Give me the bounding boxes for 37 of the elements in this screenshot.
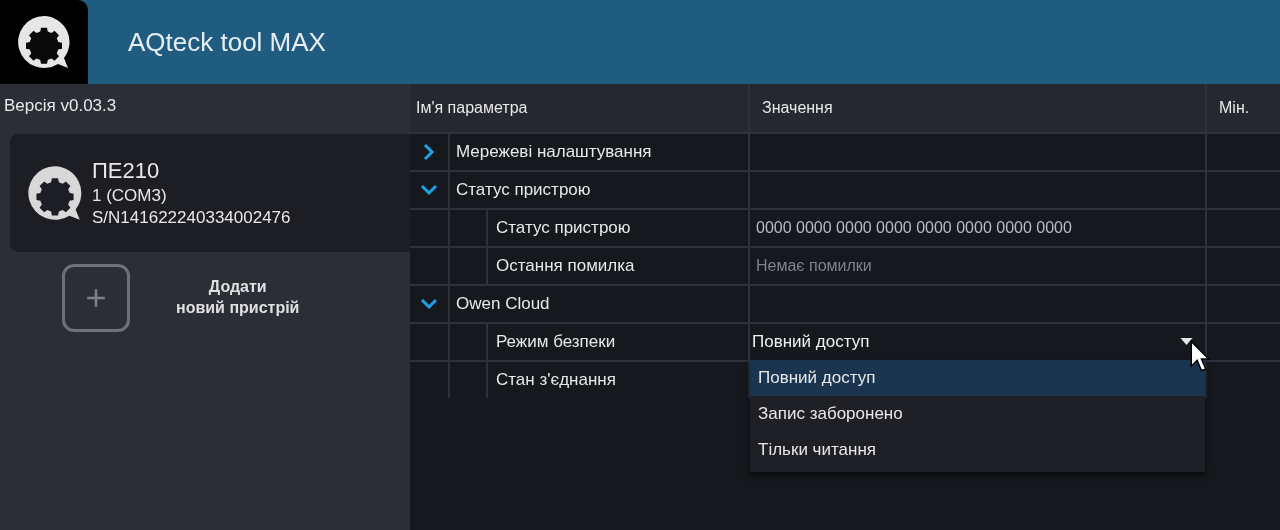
table-cell xyxy=(410,362,448,398)
table-cell xyxy=(450,324,486,360)
table-cell xyxy=(450,248,486,284)
column-header[interactable]: Ім'я параметра xyxy=(410,84,748,132)
device-name: ПЕ210 xyxy=(92,158,161,184)
parameter-name: Режим безпеки xyxy=(488,324,748,360)
version-label: Версія v0.03.3 xyxy=(4,96,118,117)
dropdown-option[interactable]: Повний доступ xyxy=(750,360,1205,396)
window-title: AQteck tool MAX xyxy=(128,26,326,58)
device-port: 1 (COM3) xyxy=(92,186,168,206)
dropdown-option[interactable]: Запис заборонено xyxy=(750,396,1205,432)
expander-cell[interactable] xyxy=(410,134,448,170)
mouse-cursor-icon xyxy=(1189,340,1211,372)
device-serial: S/N141622240334002476 xyxy=(92,208,291,228)
group-name: Статус пристрою xyxy=(450,172,748,208)
parameter-value: Немає помилки xyxy=(750,248,1205,284)
column-header[interactable]: Мін. xyxy=(1207,84,1280,132)
caret-icon xyxy=(1180,338,1193,346)
table-cell xyxy=(410,324,448,360)
table-cell xyxy=(450,210,486,246)
table-cell xyxy=(450,362,486,398)
parameter-name: Остання помилка xyxy=(488,248,748,284)
table-cell xyxy=(410,248,448,284)
device-card[interactable]: ПЕ210 1 (COM3) S/N141622240334002476 xyxy=(10,134,410,252)
expander-cell[interactable] xyxy=(410,286,448,322)
column-header[interactable]: Значення xyxy=(750,84,1205,132)
parameter-name: Статус пристрою xyxy=(488,210,748,246)
plus-icon xyxy=(85,287,107,309)
group-name: Мережеві налаштування xyxy=(450,134,748,170)
group-name: Owen Cloud xyxy=(450,286,748,322)
parameter-name: Стан з'єднання xyxy=(488,362,748,398)
parameter-value: 0000 0000 0000 0000 0000 0000 0000 0000 xyxy=(750,210,1205,246)
add-device-button[interactable] xyxy=(62,264,130,332)
add-device-label[interactable]: Додати новий пристрій xyxy=(176,277,300,319)
dropdown-option[interactable]: Тільки читання xyxy=(750,432,1205,468)
expander-cell[interactable] xyxy=(410,172,448,208)
table-cell xyxy=(410,210,448,246)
